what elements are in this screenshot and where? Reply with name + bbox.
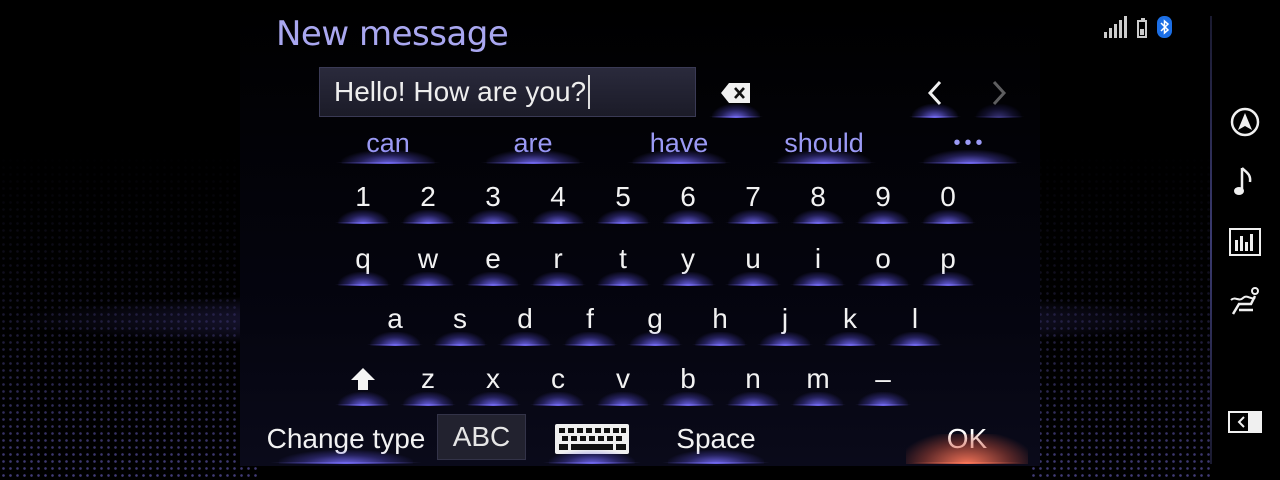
- key-s[interactable]: s: [429, 294, 491, 345]
- key-dash[interactable]: –: [852, 354, 914, 405]
- key-x[interactable]: x: [462, 354, 524, 405]
- music-icon: [1234, 167, 1252, 195]
- suggestion-are[interactable]: are: [475, 124, 591, 163]
- signal-icon: [1104, 16, 1127, 38]
- keyboard-icon: [555, 424, 629, 454]
- equalizer-icon: [1229, 228, 1261, 256]
- cursor-right-button[interactable]: [970, 70, 1028, 117]
- key-r[interactable]: r: [527, 234, 589, 285]
- key-q[interactable]: q: [332, 234, 394, 285]
- keyboard-layout-button[interactable]: [538, 416, 646, 463]
- input-mode-abc-button[interactable]: ABC: [437, 414, 526, 460]
- key-7[interactable]: 7: [722, 172, 784, 223]
- key-4[interactable]: 4: [527, 172, 589, 223]
- key-w[interactable]: w: [397, 234, 459, 285]
- key-z[interactable]: z: [397, 354, 459, 405]
- text-caret: [588, 75, 591, 109]
- right-rail-divider: [1210, 16, 1212, 464]
- display-split-icon: [1228, 411, 1262, 433]
- key-2[interactable]: 2: [397, 172, 459, 223]
- rail-split-screen-button[interactable]: [1227, 404, 1263, 440]
- rail-audio-settings-button[interactable]: [1227, 224, 1263, 260]
- key-1[interactable]: 1: [332, 172, 394, 223]
- space-button[interactable]: Space: [656, 416, 776, 463]
- message-text: Hello! How are you?: [334, 76, 587, 107]
- ok-button[interactable]: OK: [906, 416, 1028, 463]
- suggestion-have[interactable]: have: [621, 124, 737, 163]
- key-e[interactable]: e: [462, 234, 524, 285]
- backspace-icon: [721, 83, 750, 103]
- cursor-left-button[interactable]: [906, 70, 964, 117]
- rail-navigation-button[interactable]: [1227, 104, 1263, 140]
- key-m[interactable]: m: [787, 354, 849, 405]
- key-b[interactable]: b: [657, 354, 719, 405]
- chevron-right-icon: [992, 80, 1007, 106]
- suggestion-should[interactable]: should: [766, 124, 882, 163]
- bluetooth-icon: [1157, 16, 1172, 38]
- key-c[interactable]: c: [527, 354, 589, 405]
- key-j[interactable]: j: [754, 294, 816, 345]
- key-v[interactable]: v: [592, 354, 654, 405]
- key-t[interactable]: t: [592, 234, 654, 285]
- key-8[interactable]: 8: [787, 172, 849, 223]
- key-6[interactable]: 6: [657, 172, 719, 223]
- key-g[interactable]: g: [624, 294, 686, 345]
- rail-music-button[interactable]: [1227, 164, 1263, 200]
- navigation-icon: [1230, 107, 1260, 137]
- key-o[interactable]: o: [852, 234, 914, 285]
- status-bar: [1104, 16, 1172, 38]
- key-5[interactable]: 5: [592, 172, 654, 223]
- key-h[interactable]: h: [689, 294, 751, 345]
- key-n[interactable]: n: [722, 354, 784, 405]
- rail-climate-button[interactable]: [1227, 284, 1263, 320]
- chevron-left-icon: [927, 80, 942, 106]
- change-type-button[interactable]: Change type: [262, 416, 430, 463]
- suggestion-can[interactable]: can: [330, 124, 446, 163]
- climate-seat-icon: [1230, 287, 1259, 315]
- shift-button[interactable]: [332, 354, 394, 405]
- key-l[interactable]: l: [884, 294, 946, 345]
- backspace-button[interactable]: [706, 70, 766, 117]
- key-3[interactable]: 3: [462, 172, 524, 223]
- battery-icon: [1137, 18, 1147, 38]
- key-i[interactable]: i: [787, 234, 849, 285]
- message-input[interactable]: Hello! How are you?: [319, 67, 696, 117]
- page-title: New message: [276, 14, 509, 54]
- key-9[interactable]: 9: [852, 172, 914, 223]
- key-y[interactable]: y: [657, 234, 719, 285]
- key-p[interactable]: p: [917, 234, 979, 285]
- suggestion-more-button[interactable]: •••: [912, 124, 1028, 163]
- key-a[interactable]: a: [364, 294, 426, 345]
- key-u[interactable]: u: [722, 234, 784, 285]
- key-0[interactable]: 0: [917, 172, 979, 223]
- key-d[interactable]: d: [494, 294, 556, 345]
- key-k[interactable]: k: [819, 294, 881, 345]
- key-f[interactable]: f: [559, 294, 621, 345]
- shift-icon: [351, 368, 375, 390]
